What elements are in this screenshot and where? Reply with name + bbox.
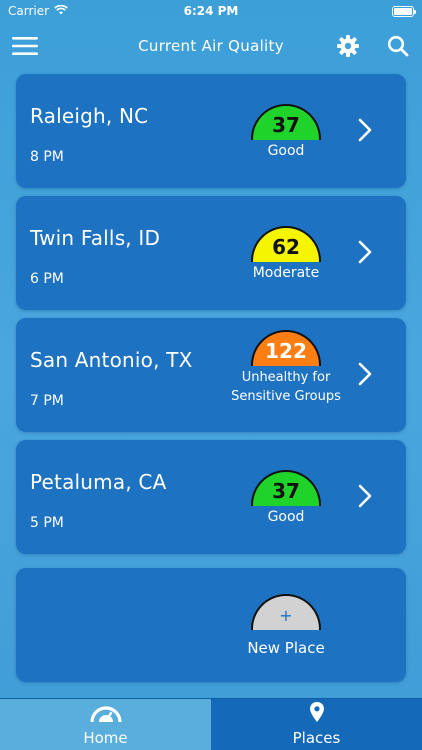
battery-icon — [392, 5, 416, 17]
add-place-card[interactable]: + New Place — [16, 568, 406, 682]
menu-button[interactable] — [11, 32, 39, 60]
aqi-category: Good — [267, 509, 305, 525]
report-time: 6 PM — [30, 271, 64, 287]
tab-places-label: Places — [292, 729, 341, 747]
status-time: 6:24 PM — [183, 4, 239, 18]
aqi-value: 37 — [251, 104, 321, 140]
settings-button[interactable] — [334, 32, 362, 60]
aqi-gauge: 37 Good — [244, 104, 328, 161]
tab-home[interactable]: Home — [0, 699, 211, 750]
city-name: Twin Falls, ID — [30, 226, 161, 250]
chevron-right-icon — [358, 484, 372, 508]
hamburger-icon — [12, 37, 38, 55]
aqi-gauge: 37 Good — [244, 470, 328, 527]
aqi-value: 62 — [251, 226, 321, 262]
gear-icon — [337, 35, 359, 57]
report-time: 7 PM — [30, 393, 64, 409]
aqi-gauge: 122 Unhealthy for Sensitive Groups — [230, 330, 342, 406]
city-name: Raleigh, NC — [30, 104, 149, 128]
location-card-petaluma[interactable]: Petaluma, CA 5 PM 37 Good — [16, 440, 406, 554]
aqi-gauge: 62 Moderate — [244, 226, 328, 283]
city-name: Petaluma, CA — [30, 470, 167, 494]
status-bar: Carrier 6:24 PM — [0, 0, 422, 22]
chevron-right-icon — [358, 240, 372, 264]
location-pin-icon — [309, 702, 324, 722]
location-card-san-antonio[interactable]: San Antonio, TX 7 PM 122 Unhealthy for S… — [16, 318, 406, 432]
location-card-twin-falls[interactable]: Twin Falls, ID 6 PM 62 Moderate — [16, 196, 406, 310]
aqi-category: Good — [267, 143, 305, 159]
report-time: 5 PM — [30, 515, 64, 531]
add-place-button[interactable]: + New Place — [244, 594, 328, 658]
plus-icon: + — [251, 594, 321, 630]
gauge-icon — [89, 706, 122, 723]
aqi-value: 122 — [251, 330, 321, 366]
aqi-value: 37 — [251, 470, 321, 506]
nav-bar: Current Air Quality — [0, 22, 422, 70]
report-time: 8 PM — [30, 149, 64, 165]
aqi-category: Unhealthy for Sensitive Groups — [231, 370, 341, 404]
tab-places[interactable]: Places — [211, 699, 422, 750]
search-icon — [387, 35, 409, 57]
page-title: Current Air Quality — [138, 37, 284, 55]
location-card-raleigh[interactable]: Raleigh, NC 8 PM 37 Good — [16, 74, 406, 188]
tab-bar: Home Places — [0, 698, 422, 750]
tab-home-label: Home — [83, 729, 128, 747]
add-place-label: New Place — [247, 639, 325, 657]
chevron-right-icon — [358, 362, 372, 386]
search-button[interactable] — [384, 32, 412, 60]
aqi-category: Moderate — [252, 265, 320, 281]
city-name: San Antonio, TX — [30, 348, 193, 372]
chevron-right-icon — [358, 118, 372, 142]
